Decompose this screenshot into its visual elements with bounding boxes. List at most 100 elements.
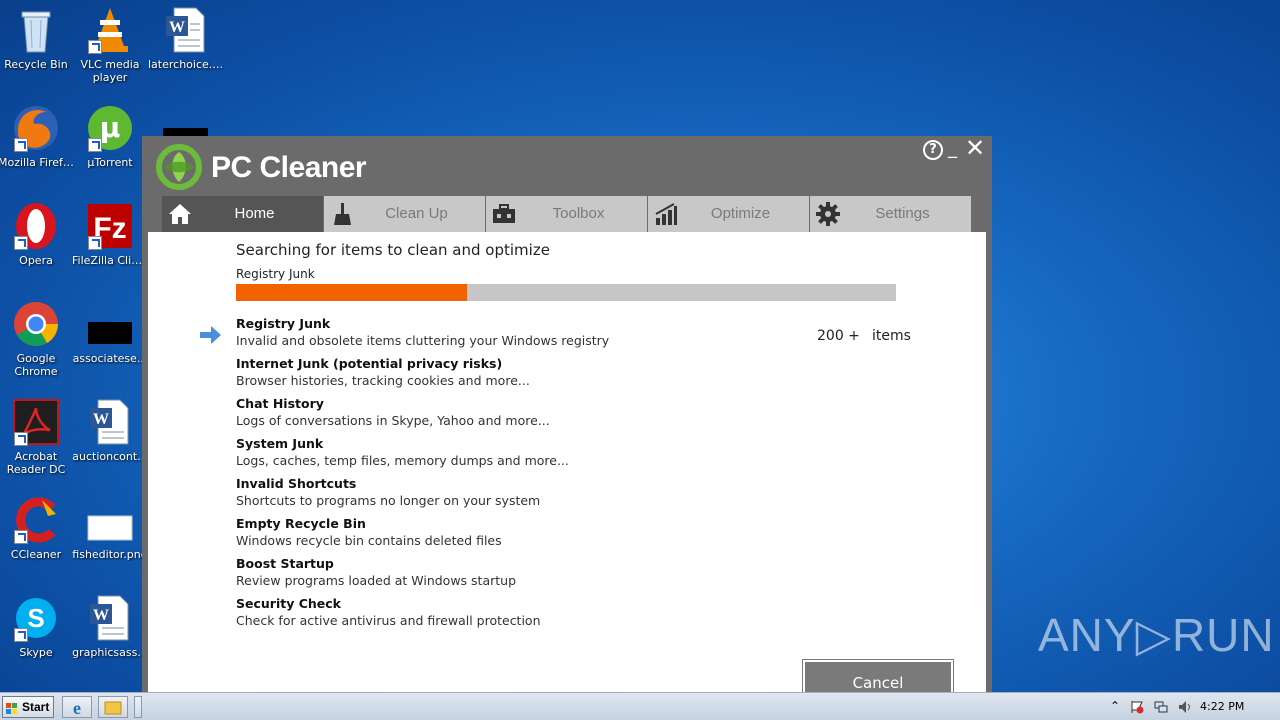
acrobat-reader-icon bbox=[12, 398, 60, 446]
svg-text:W: W bbox=[93, 411, 109, 428]
desktop-icon-auctioncont[interactable]: W auctioncont... bbox=[72, 398, 148, 463]
tray-expand-icon[interactable]: ⌃ bbox=[1110, 699, 1124, 713]
utorrent-icon: µ bbox=[86, 104, 134, 152]
scan-item-title: Security Check bbox=[236, 596, 341, 611]
tab-clean-up[interactable]: Clean Up bbox=[324, 196, 485, 232]
help-button[interactable]: ? bbox=[923, 140, 943, 160]
tab-label: Home bbox=[234, 205, 275, 222]
scan-item: Internet Junk (potential privacy risks) B… bbox=[236, 356, 609, 396]
shortcut-arrow-icon bbox=[14, 138, 28, 152]
scan-item-title: Empty Recycle Bin bbox=[236, 516, 366, 531]
black-file-icon bbox=[86, 300, 134, 348]
desktop-icon-firefox[interactable]: Mozilla Firefox bbox=[0, 104, 74, 169]
scan-item-description: Logs, caches, temp files, memory dumps a… bbox=[236, 453, 569, 468]
main-tabs: Home Clean Up Toolbox Optimize Settings bbox=[162, 196, 972, 232]
scan-item-list: Registry Junk Invalid and obsolete items … bbox=[236, 316, 609, 636]
scan-item: Empty Recycle Bin Windows recycle bin con… bbox=[236, 516, 609, 556]
desktop-icon-skype[interactable]: S Skype bbox=[0, 594, 74, 659]
desktop-icon-label: Opera bbox=[19, 254, 53, 267]
scan-item: System Junk Logs, caches, temp files, mem… bbox=[236, 436, 609, 476]
desktop-icon-label: auctioncont... bbox=[72, 450, 148, 463]
scan-item: Security Check Check for active antivirus… bbox=[236, 596, 609, 636]
taskbar-app-button[interactable] bbox=[134, 696, 142, 718]
desktop-icon-opera[interactable]: Opera bbox=[0, 202, 74, 267]
tab-toolbox[interactable]: Toolbox bbox=[486, 196, 647, 232]
tab-settings[interactable]: Settings bbox=[810, 196, 971, 232]
desktop-icon-label: Google Chrome bbox=[14, 352, 58, 378]
pc-cleaner-logo-icon bbox=[156, 144, 202, 190]
minimize-button[interactable]: _ bbox=[948, 138, 957, 159]
app-title: PC Cleaner bbox=[211, 151, 367, 184]
desktop-icon-chrome[interactable]: Google Chrome bbox=[0, 300, 74, 378]
scan-item-title: Boost Startup bbox=[236, 556, 334, 571]
scan-item-title: Registry Junk bbox=[236, 316, 331, 331]
svg-text:W: W bbox=[93, 607, 109, 624]
scan-item-description: Review programs loaded at Windows startu… bbox=[236, 573, 517, 588]
scan-progress-fill bbox=[236, 284, 467, 301]
desktop-icon-laterchoice[interactable]: W laterchoice.rtf bbox=[148, 6, 224, 71]
image-file-icon bbox=[86, 496, 134, 544]
scan-item-description: Windows recycle bin contains deleted fil… bbox=[236, 533, 502, 548]
word-document-icon: W bbox=[86, 398, 134, 446]
desktop-icon-label: CCleaner bbox=[10, 548, 62, 561]
desktop-icon-label: associatese... bbox=[72, 352, 148, 365]
vlc-cone-icon bbox=[86, 6, 134, 54]
ccleaner-icon bbox=[12, 496, 60, 544]
desktop-icon-graphicsass[interactable]: W graphicsass... bbox=[72, 594, 148, 659]
svg-text:µ: µ bbox=[100, 111, 121, 144]
svg-text:W: W bbox=[169, 19, 185, 36]
tab-home[interactable]: Home bbox=[162, 196, 323, 232]
desktop-icon-label: FileZilla Client bbox=[72, 254, 148, 267]
taskbar-explorer-button[interactable] bbox=[98, 696, 128, 718]
start-button[interactable]: Start bbox=[2, 696, 54, 718]
scan-heading: Searching for items to clean and optimiz… bbox=[236, 241, 550, 259]
scan-item-description: Invalid and obsolete items cluttering yo… bbox=[236, 333, 610, 348]
folder-icon bbox=[99, 701, 127, 720]
found-count: 200 + bbox=[817, 328, 860, 344]
volume-icon[interactable] bbox=[1178, 699, 1192, 713]
desktop-icon-label: VLC media player bbox=[80, 58, 140, 84]
word-document-icon: W bbox=[162, 6, 210, 54]
shortcut-arrow-icon bbox=[14, 236, 28, 250]
shortcut-arrow-icon bbox=[88, 236, 102, 250]
desktop-icon-utorrent[interactable]: µ µTorrent bbox=[72, 104, 148, 169]
internet-explorer-icon: e bbox=[63, 698, 91, 720]
found-count-unit: items bbox=[872, 328, 911, 344]
close-button[interactable]: ✕ bbox=[965, 134, 985, 162]
desktop-icon-label: fisheditor.png bbox=[72, 548, 148, 561]
scan-progress-bar bbox=[236, 284, 896, 301]
action-center-flag-icon[interactable] bbox=[1130, 699, 1144, 714]
desktop-icon-label: µTorrent bbox=[87, 156, 133, 169]
chrome-icon bbox=[12, 300, 60, 348]
scan-item-description: Browser histories, tracking cookies and … bbox=[236, 373, 530, 388]
anyrun-watermark: ANY▷RUN bbox=[1038, 609, 1275, 661]
desktop-icon-vlc[interactable]: VLC media player bbox=[72, 6, 148, 84]
tab-optimize[interactable]: Optimize bbox=[648, 196, 809, 232]
scan-item-description: Logs of conversations in Skype, Yahoo an… bbox=[236, 413, 550, 428]
scan-item: Registry Junk Invalid and obsolete items … bbox=[236, 316, 609, 356]
desktop-icon-label: laterchoice.rtf bbox=[148, 58, 224, 71]
taskbar-ie-button[interactable]: e bbox=[62, 696, 92, 718]
desktop-icon-label: graphicsass... bbox=[72, 646, 148, 659]
current-item-arrow-icon bbox=[200, 326, 222, 348]
tab-label: Settings bbox=[875, 205, 930, 222]
svg-text:e: e bbox=[73, 698, 81, 717]
tab-label: Optimize bbox=[710, 205, 771, 222]
scan-item: Invalid Shortcuts Shortcuts to programs n… bbox=[236, 476, 609, 516]
desktop-icon-ccleaner[interactable]: CCleaner bbox=[0, 496, 74, 561]
desktop-icon-acrobat[interactable]: Acrobat Reader DC bbox=[0, 398, 74, 476]
desktop-icon-fisheditor[interactable]: fisheditor.png bbox=[72, 496, 148, 561]
scan-item: Boost Startup Review programs loaded at W… bbox=[236, 556, 609, 596]
shortcut-arrow-icon bbox=[14, 628, 28, 642]
desktop-icon-filezilla[interactable]: Fz FileZilla Client bbox=[72, 202, 148, 267]
taskbar: Start e ⌃ 4:22 PM bbox=[0, 692, 1280, 720]
network-icon[interactable] bbox=[1154, 699, 1168, 713]
tab-label: Toolbox bbox=[552, 205, 605, 222]
word-document-icon: W bbox=[86, 594, 134, 642]
firefox-icon bbox=[12, 104, 60, 152]
clock[interactable]: 4:22 PM bbox=[1200, 700, 1244, 713]
current-scan-item: Registry Junk bbox=[236, 267, 315, 281]
shortcut-arrow-icon bbox=[14, 530, 28, 544]
desktop-icon-associatese[interactable]: associatese... bbox=[72, 300, 148, 365]
desktop-icon-recycle-bin[interactable]: Recycle Bin bbox=[0, 6, 74, 71]
